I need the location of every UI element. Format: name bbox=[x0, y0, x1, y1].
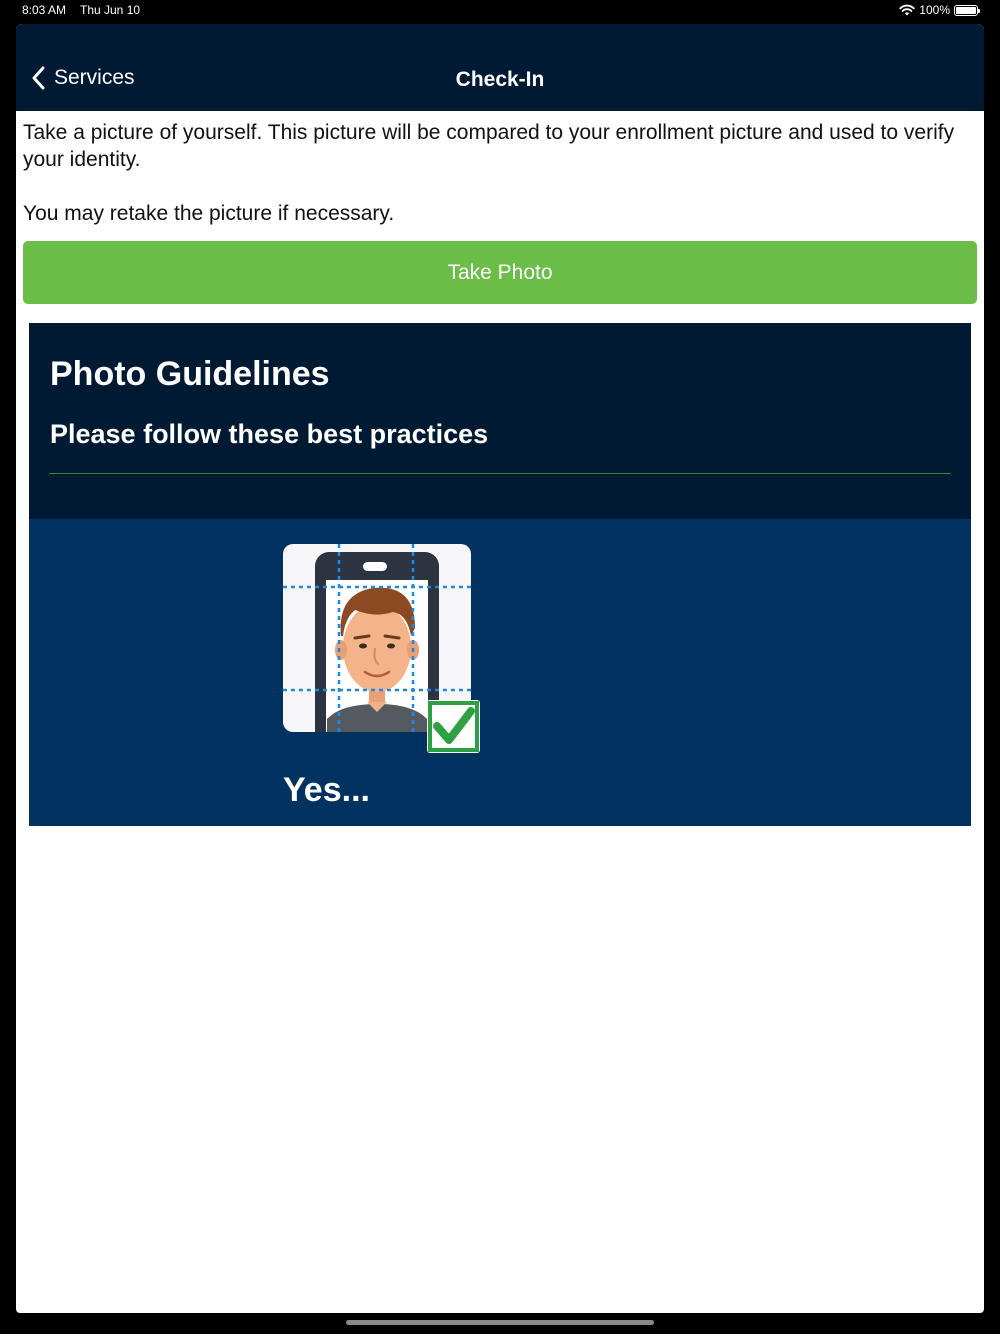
navigation-bar: Services Check-In bbox=[16, 24, 984, 111]
checkmark-icon bbox=[427, 700, 480, 753]
check-in-sheet: Services Check-In Take a picture of your… bbox=[16, 24, 984, 1313]
battery-percent: 100% bbox=[919, 3, 950, 17]
status-indicators: 100% bbox=[899, 3, 980, 17]
retake-note: You may retake the picture if necessary. bbox=[23, 202, 395, 225]
battery-icon bbox=[954, 4, 980, 16]
example-caption: Yes... bbox=[283, 771, 370, 809]
page-title: Check-In bbox=[455, 68, 545, 91]
status-time: 8:03 AM bbox=[22, 3, 67, 17]
take-photo-button[interactable]: Take Photo bbox=[23, 241, 977, 304]
status-date: Thu Jun 10 bbox=[80, 3, 141, 17]
home-indicator[interactable] bbox=[346, 1320, 654, 1325]
guidelines-example: Yes... bbox=[29, 519, 971, 826]
status-bar: 8:03 AM Thu Jun 10 100% bbox=[0, 0, 1000, 22]
instruction-text: Take a picture of yourself. This picture… bbox=[23, 121, 955, 171]
guidelines-title: Photo Guidelines bbox=[50, 355, 330, 393]
guidelines-header: Photo Guidelines Please follow these bes… bbox=[29, 323, 971, 519]
photo-guidelines-panel: Photo Guidelines Please follow these bes… bbox=[29, 323, 971, 826]
wifi-icon bbox=[899, 4, 915, 16]
guidelines-subtitle: Please follow these best practices bbox=[50, 419, 489, 449]
divider bbox=[49, 473, 951, 474]
instructions: Take a picture of yourself. This picture… bbox=[16, 111, 984, 227]
